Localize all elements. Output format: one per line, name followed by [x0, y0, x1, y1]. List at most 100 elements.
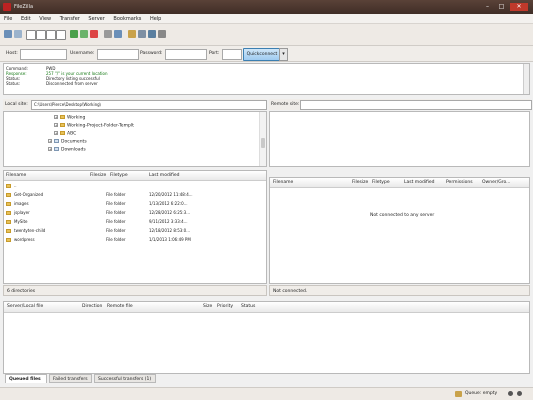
tab-failed-transfers[interactable]: Failed transfers — [49, 374, 92, 383]
queue-icon — [455, 391, 462, 397]
refresh-icon[interactable] — [70, 30, 78, 38]
tree-item-label: ABC — [67, 131, 77, 137]
toggle-local-tree-icon[interactable] — [36, 30, 46, 40]
column-filename[interactable]: Filename — [6, 173, 26, 178]
dropdown-arrow-icon[interactable] — [14, 30, 22, 38]
minimize-button[interactable]: – — [482, 3, 493, 11]
local-tree-scrollbar[interactable] — [259, 112, 266, 166]
file-row[interactable]: images File folder 1/13/2012 6:22:0... — [4, 200, 266, 208]
remote-column-header: Filename Filesize Filetype Last modified… — [270, 178, 529, 188]
menu-server[interactable]: Server — [88, 14, 104, 24]
remote-file-list[interactable]: Filename Filesize Filetype Last modified… — [269, 177, 530, 284]
parent-folder-icon — [6, 182, 13, 190]
folder-icon — [6, 236, 13, 244]
sync-browse-icon[interactable] — [148, 30, 156, 38]
site-manager-icon[interactable] — [4, 30, 12, 38]
column-filesize[interactable]: Filesize — [90, 173, 106, 178]
remote-status: Not connected. — [269, 285, 530, 296]
tree-item[interactable]: + Downloads — [48, 147, 86, 153]
queue-tabs: Queued files Failed transfers Successful… — [3, 374, 530, 384]
expand-icon[interactable]: + — [54, 131, 58, 135]
filter-icon[interactable] — [128, 30, 136, 38]
cancel-icon[interactable] — [90, 30, 98, 38]
menu-edit[interactable]: Edit — [21, 14, 31, 24]
file-type: File folder — [106, 219, 126, 224]
file-modified: 1/13/2012 6:22:0... — [149, 201, 188, 206]
activity-led-icon — [517, 391, 522, 396]
compare-icon[interactable] — [138, 30, 146, 38]
local-site-input[interactable]: C:\Users\Pierce\Desktop\Working\ — [31, 100, 267, 110]
activity-led-icon — [508, 391, 513, 396]
disconnect-icon[interactable] — [104, 30, 112, 38]
column-last-modified[interactable]: Last modified — [149, 173, 180, 178]
column-status[interactable]: Status — [241, 304, 255, 309]
file-row[interactable]: Get-Organized File folder 12/20/2012 11:… — [4, 191, 266, 199]
quickconnect-dropdown[interactable]: ▾ — [279, 48, 288, 61]
file-row[interactable]: twentyten-child File folder 12/18/2012 8… — [4, 227, 266, 235]
remote-directory-tree[interactable] — [269, 111, 530, 167]
local-column-header: Filename Filesize Filetype Last modified — [4, 171, 266, 181]
menu-file[interactable]: File — [4, 14, 12, 24]
tree-item[interactable]: + Working — [54, 115, 85, 121]
menu-bookmarks[interactable]: Bookmarks — [113, 14, 141, 24]
menu-transfer[interactable]: Transfer — [60, 14, 80, 24]
close-button[interactable]: ✕ — [510, 3, 528, 11]
log-row: Status: Disconnected from server — [6, 81, 98, 86]
search-icon[interactable] — [158, 30, 166, 38]
menu-view[interactable]: View — [39, 14, 51, 24]
tab-successful-transfers[interactable]: Successful transfers (1) — [94, 374, 156, 383]
maximize-button[interactable]: □ — [496, 3, 507, 11]
remote-site-input[interactable] — [300, 100, 532, 110]
expand-icon[interactable]: + — [54, 115, 58, 119]
scrollbar-thumb[interactable] — [261, 138, 265, 148]
local-file-list[interactable]: Filename Filesize Filetype Last modified… — [3, 170, 267, 284]
expand-icon[interactable]: + — [54, 123, 58, 127]
file-row[interactable]: MySite File folder 9/11/2012 3:33:4... — [4, 218, 266, 226]
toggle-log-icon[interactable] — [26, 30, 36, 40]
port-input[interactable] — [222, 49, 242, 60]
log-key: Status: — [6, 81, 21, 86]
folder-icon — [60, 115, 65, 119]
column-server-local-file[interactable]: Server/Local file — [7, 304, 43, 309]
username-input[interactable] — [97, 49, 139, 60]
host-input[interactable] — [20, 49, 67, 60]
column-filetype[interactable]: Filetype — [110, 173, 128, 178]
column-filetype[interactable]: Filetype — [372, 180, 390, 185]
expand-icon[interactable]: + — [48, 147, 52, 151]
column-filesize[interactable]: Filesize — [352, 180, 368, 185]
column-permissions[interactable]: Permissions — [446, 180, 473, 185]
title-bar: FileZilla – □ ✕ — [0, 0, 533, 14]
username-label: Username: — [70, 51, 95, 56]
tree-item[interactable]: + Working-Project-Folder-Templt — [54, 123, 134, 129]
toggle-remote-tree-icon[interactable] — [46, 30, 56, 40]
file-row[interactable]: jsplayer File folder 12/28/2012 6:25:3..… — [4, 209, 266, 217]
transfer-queue[interactable]: Server/Local file Direction Remote file … — [3, 301, 530, 374]
password-label: Password: — [140, 51, 163, 56]
column-owner-group[interactable]: Owner/Gro... — [482, 180, 510, 185]
file-type: File folder — [106, 237, 126, 242]
tree-item-label: Working — [67, 115, 86, 121]
column-filename[interactable]: Filename — [273, 180, 293, 185]
column-size[interactable]: Size — [203, 304, 212, 309]
tree-item[interactable]: + ABC — [54, 131, 76, 137]
expand-icon[interactable]: + — [48, 139, 52, 143]
file-name: images — [14, 201, 29, 206]
column-last-modified[interactable]: Last modified — [404, 180, 435, 185]
toggle-queue-icon[interactable] — [56, 30, 66, 40]
column-priority[interactable]: Priority — [217, 304, 233, 309]
log-scrollbar[interactable] — [523, 64, 529, 94]
tab-queued-files[interactable]: Queued files — [5, 374, 47, 383]
password-input[interactable] — [165, 49, 207, 60]
process-queue-icon[interactable] — [80, 30, 88, 38]
quickconnect-button[interactable]: Quickconnect — [243, 48, 281, 61]
column-remote-file[interactable]: Remote file — [107, 304, 133, 309]
file-row[interactable]: .. — [4, 182, 266, 190]
tree-item[interactable]: + Documents — [48, 139, 87, 145]
message-log[interactable]: Command: PWD Response: 257 "/" is your cur… — [3, 63, 530, 95]
reconnect-icon[interactable] — [114, 30, 122, 38]
local-directory-tree[interactable]: + Working + Working-Project-Folder-Templt … — [3, 111, 267, 167]
column-direction[interactable]: Direction — [82, 304, 102, 309]
file-row[interactable]: wordpress File folder 1/1/2013 1:06:49 P… — [4, 236, 266, 244]
menu-help[interactable]: Help — [150, 14, 161, 24]
tree-item-label: Downloads — [61, 147, 86, 153]
